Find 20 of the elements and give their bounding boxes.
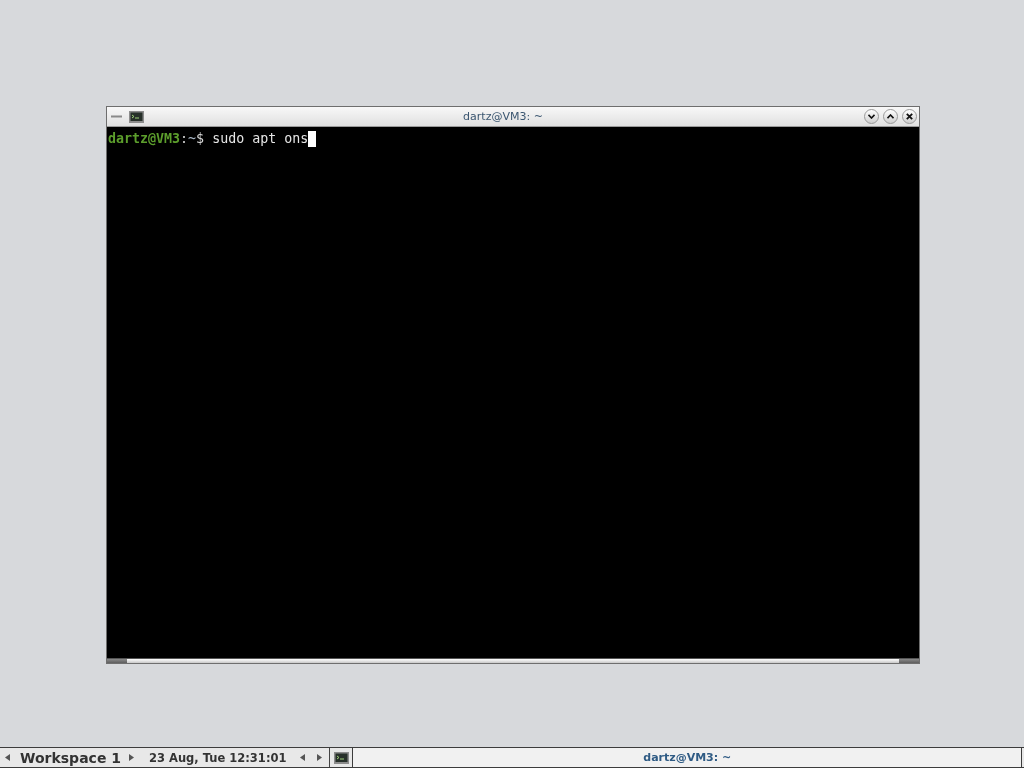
terminal-screen[interactable]: dartz@VM3:~$ sudo apt ons bbox=[107, 127, 919, 658]
close-button[interactable] bbox=[902, 109, 917, 124]
terminal-line: dartz@VM3:~$ sudo apt ons bbox=[108, 130, 309, 147]
task-button[interactable]: dartz@VM3: ~ bbox=[352, 748, 1022, 767]
resize-grip[interactable] bbox=[107, 659, 127, 663]
right-arrow-icon[interactable] bbox=[317, 754, 323, 761]
left-arrow-icon[interactable] bbox=[5, 754, 10, 761]
terminal-icon[interactable] bbox=[334, 751, 350, 764]
right-arrow-icon[interactable] bbox=[129, 754, 134, 761]
window-title: dartz@VM3: ~ bbox=[463, 110, 544, 123]
chevron-up-icon bbox=[887, 114, 894, 119]
terminal-icon[interactable] bbox=[129, 110, 144, 123]
shade-button[interactable] bbox=[864, 109, 879, 124]
workspace-label[interactable]: Workspace 1 bbox=[20, 749, 121, 766]
chevron-down-icon bbox=[868, 114, 875, 119]
left-arrow-icon[interactable] bbox=[300, 754, 306, 761]
clock: 23 Aug, Tue 12:31:01 bbox=[149, 750, 287, 765]
close-icon bbox=[906, 113, 913, 120]
resize-grip[interactable] bbox=[899, 659, 919, 663]
maximize-button[interactable] bbox=[883, 109, 898, 124]
